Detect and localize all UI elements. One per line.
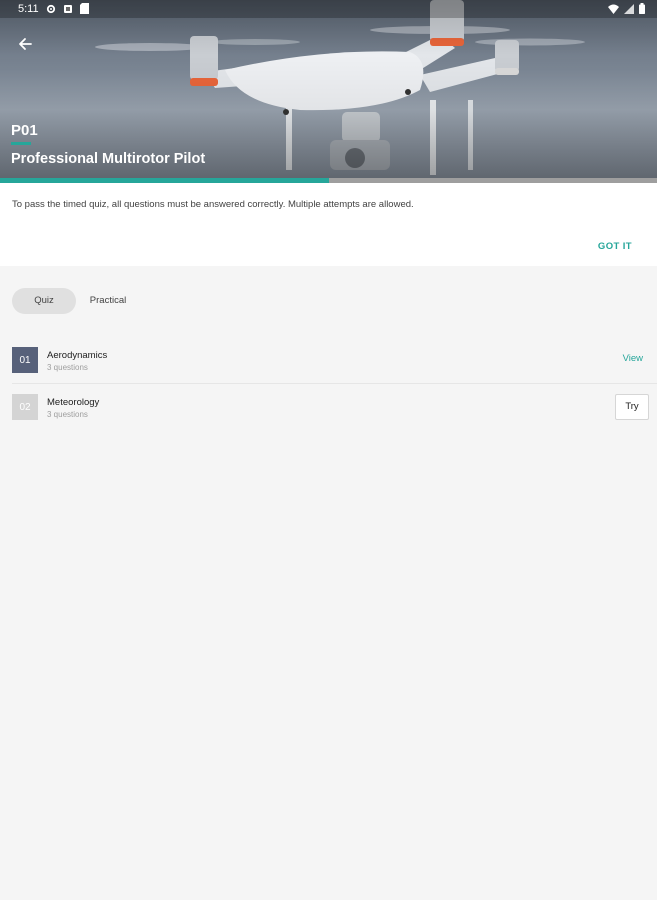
battery-icon [639,3,645,14]
info-card: To pass the timed quiz, all questions mu… [0,183,657,266]
back-arrow-icon [19,38,32,50]
module-question-count: 3 questions [47,410,88,419]
wifi-icon [608,4,619,14]
module-question-count: 3 questions [47,363,88,372]
module-number-badge: 01 [12,347,38,373]
try-button[interactable]: Try [615,394,649,420]
tab-quiz[interactable]: Quiz [12,288,76,314]
back-button[interactable] [12,31,38,57]
course-hero: 5:11 P01 Professional Multirotor Pilot [0,0,657,183]
course-code: P01 [11,122,38,139]
settings-icon [46,4,56,13]
list-item[interactable]: 01 Aerodynamics 3 questions View [0,337,657,383]
course-title: Professional Multirotor Pilot [11,151,206,167]
sd-card-icon [80,3,89,14]
module-title: Aerodynamics [47,350,108,361]
info-message: To pass the timed quiz, all questions mu… [12,199,414,210]
view-button[interactable]: View [623,353,643,364]
module-number-badge: 02 [12,394,38,420]
status-bar: 5:11 [0,0,657,18]
tab-practical[interactable]: Practical [80,288,136,314]
list-item[interactable]: 02 Meteorology 3 questions Try [0,384,657,430]
got-it-button[interactable]: GOT IT [598,241,632,252]
signal-icon [624,3,634,14]
notification-icon [64,4,72,13]
module-title: Meteorology [47,397,100,408]
status-time: 5:11 [18,3,39,15]
course-code-underline [11,142,31,145]
